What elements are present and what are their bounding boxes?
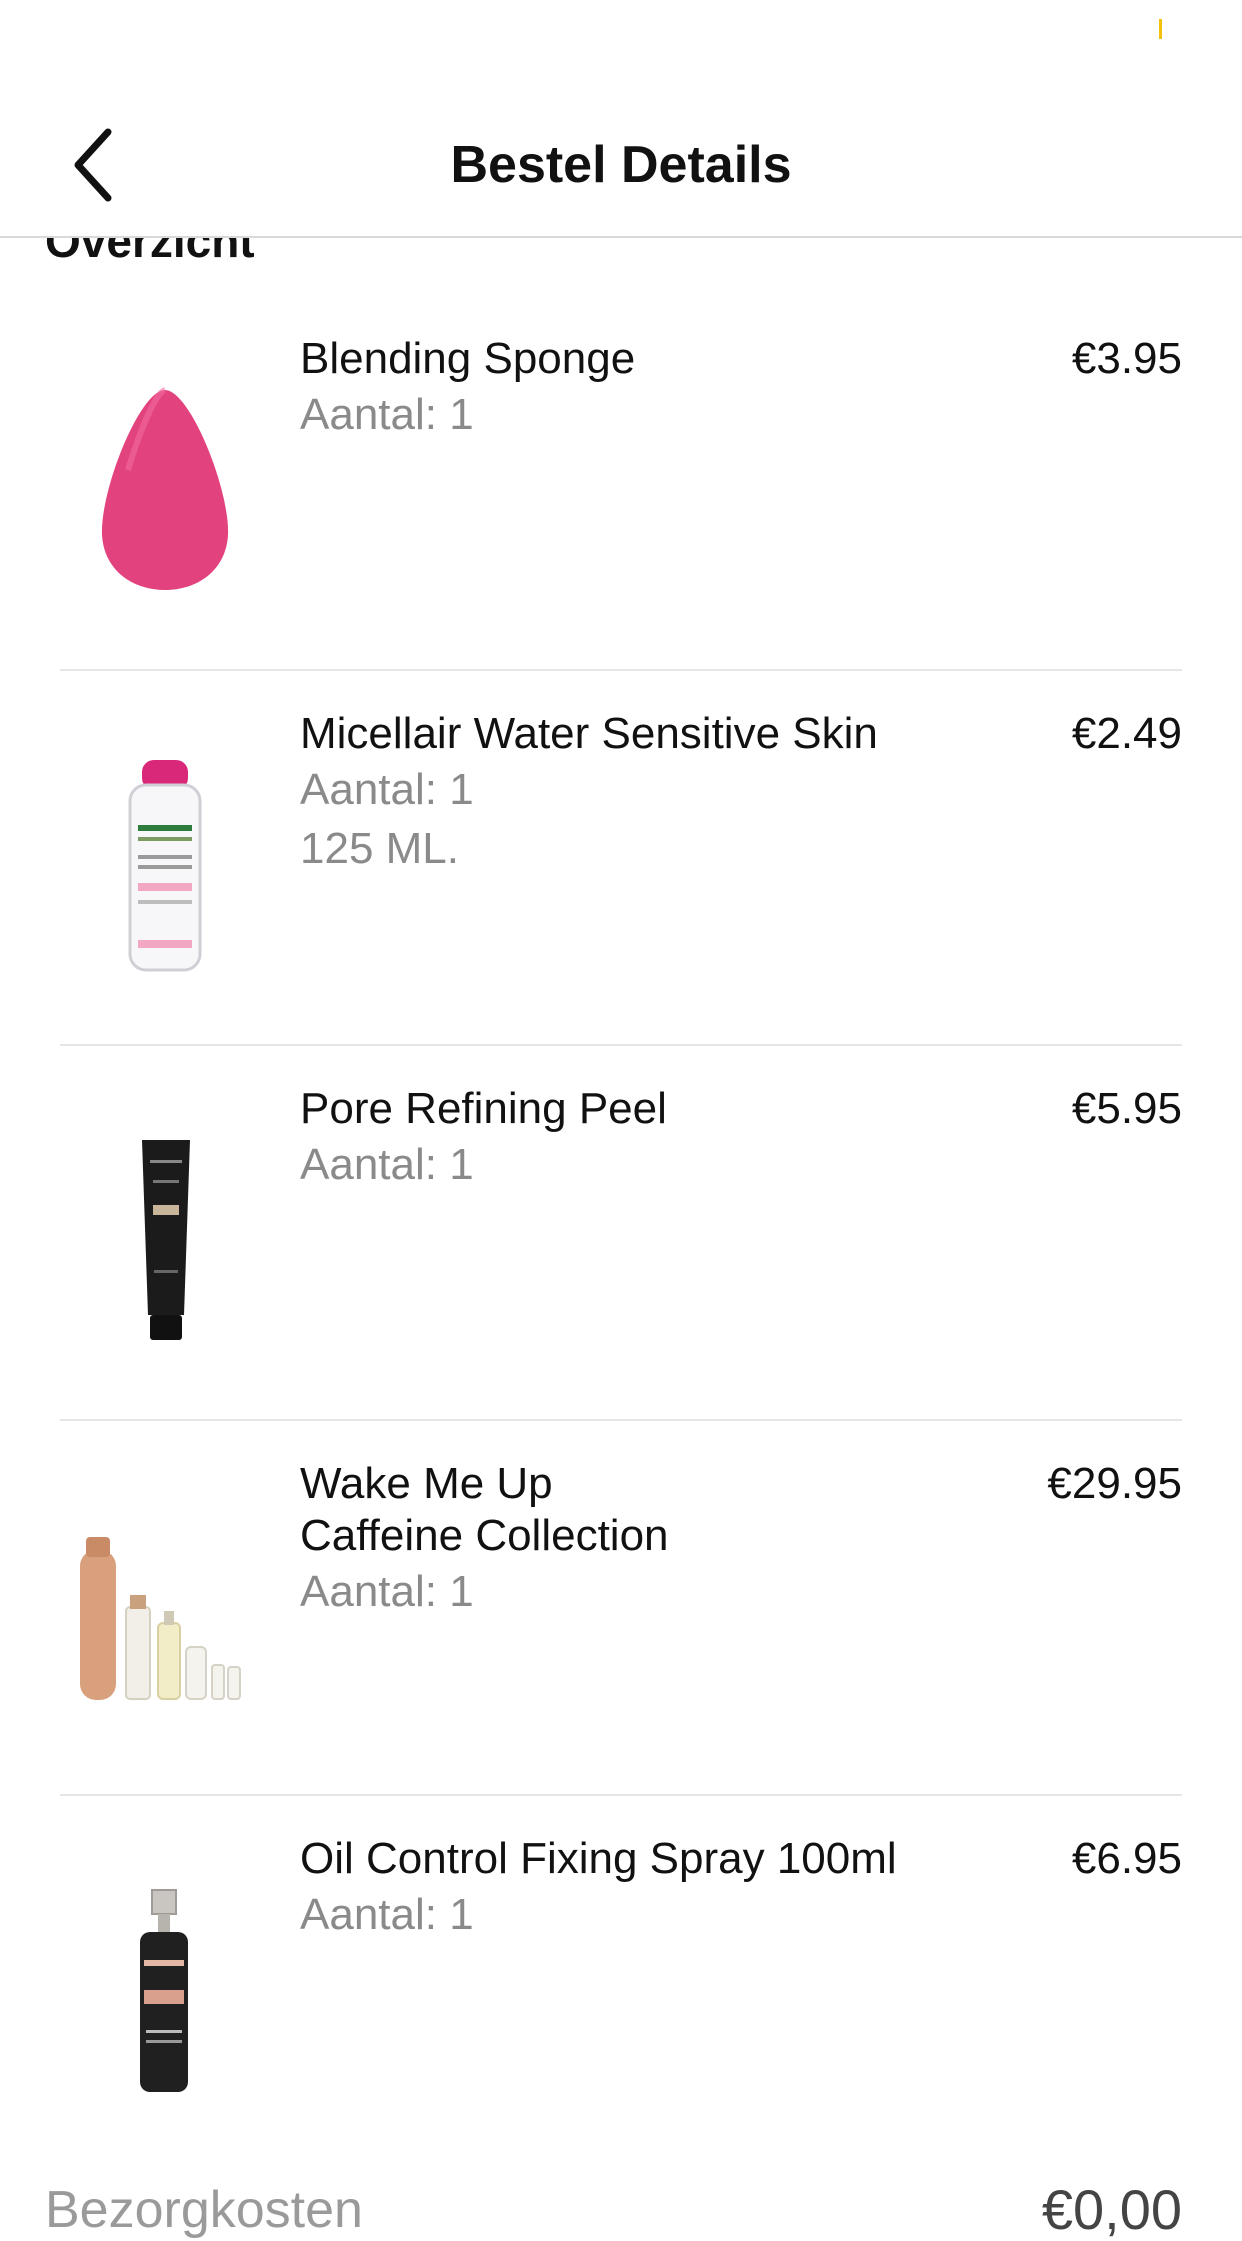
list-item[interactable]: Blending Sponge Aantal: 1 €3.95 — [0, 315, 1242, 690]
fixing-spray-image — [140, 1889, 188, 2092]
page-title: Bestel Details — [450, 136, 792, 194]
item-variant: 125 ML. — [300, 824, 459, 873]
item-quantity: Aantal: 1 — [300, 1567, 474, 1616]
item-price: €2.49 — [1071, 709, 1182, 758]
status-bar — [0, 0, 1242, 60]
summary-value: €0,00 — [1041, 2178, 1182, 2241]
item-name-line-1: Wake Me Up — [300, 1459, 553, 1508]
item-name-line-2: Caffeine Collection — [300, 1511, 669, 1560]
list-item[interactable]: Oil Control Fixing Spray 100ml Aantal: 1… — [0, 1815, 1242, 2190]
list-item[interactable]: Wake Me Up Caffeine Collection Aantal: 1… — [0, 1440, 1242, 1815]
item-name: Blending Sponge — [300, 334, 636, 383]
divider — [60, 669, 1182, 671]
item-name: Micellair Water Sensitive Skin — [300, 709, 878, 758]
status-indicator — [1159, 19, 1162, 39]
item-price: €5.95 — [1071, 1084, 1182, 1133]
item-price: €3.95 — [1071, 334, 1182, 383]
divider — [60, 1794, 1182, 1796]
item-price: €29.95 — [1047, 1459, 1182, 1508]
item-quantity: Aantal: 1 — [300, 390, 474, 439]
item-quantity: Aantal: 1 — [300, 765, 474, 814]
divider — [60, 1044, 1182, 1046]
divider — [60, 1419, 1182, 1421]
peel-tube-image — [142, 1140, 190, 1340]
item-name: Oil Control Fixing Spray 100ml — [300, 1834, 897, 1883]
item-name: Pore Refining Peel — [300, 1084, 667, 1133]
item-price: €6.95 — [1071, 1834, 1182, 1883]
caffeine-collection-image — [80, 1537, 241, 1700]
micellar-water-bottle-image — [128, 760, 202, 972]
summary-label: Bezorgkosten — [45, 2181, 363, 2239]
app-header: Bestel Details — [0, 60, 1242, 238]
list-item[interactable]: Pore Refining Peel Aantal: 1 €5.95 — [0, 1065, 1242, 1440]
item-quantity: Aantal: 1 — [300, 1140, 474, 1189]
item-quantity: Aantal: 1 — [300, 1890, 474, 1939]
list-item[interactable]: Micellair Water Sensitive Skin Aantal: 1… — [0, 690, 1242, 1065]
blending-sponge-image — [101, 387, 229, 590]
